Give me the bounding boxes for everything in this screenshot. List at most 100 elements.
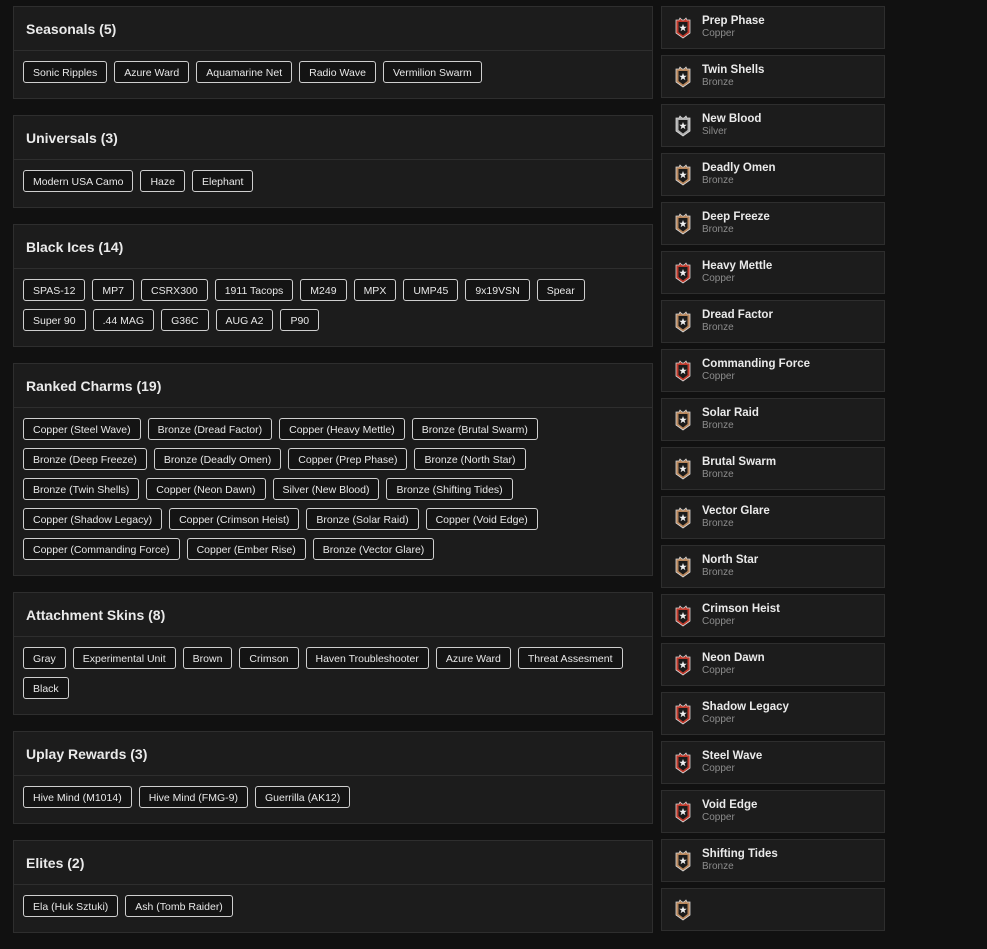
charm-name: Steel Wave <box>702 750 763 762</box>
item-chip[interactable]: Gray <box>23 647 66 669</box>
charm-text: Prep Phase Copper <box>702 15 765 40</box>
charm-card[interactable]: Vector Glare Bronze <box>661 496 885 539</box>
charm-card[interactable]: Neon Dawn Copper <box>661 643 885 686</box>
bronze-rank-icon <box>662 849 702 872</box>
charm-tier: Bronze <box>702 518 734 529</box>
item-chip[interactable]: Sonic Ripples <box>23 61 108 83</box>
charm-card[interactable]: Prep Phase Copper <box>661 6 885 49</box>
chip-list: Hive Mind (M1014) Hive Mind (FMG-9) Guerri… <box>14 776 652 823</box>
item-chip[interactable]: Brown <box>182 647 233 669</box>
item-chip[interactable]: Radio Wave <box>299 61 376 83</box>
item-chip[interactable]: Copper (Neon Dawn) <box>146 478 266 500</box>
charm-card[interactable]: Shifting Tides Bronze <box>661 839 885 882</box>
charm-card[interactable]: Dread Factor Bronze <box>661 300 885 343</box>
item-chip[interactable]: Bronze (Vector Glare) <box>312 538 435 560</box>
item-chip[interactable]: Black <box>23 677 69 699</box>
item-chip[interactable]: Bronze (Deadly Omen) <box>153 448 282 470</box>
charm-card[interactable]: Steel Wave Copper <box>661 741 885 784</box>
charm-card[interactable]: Deep Freeze Bronze <box>661 202 885 245</box>
item-chip[interactable]: Bronze (Shifting Tides) <box>386 478 513 500</box>
charm-card[interactable] <box>661 888 885 931</box>
item-chip[interactable]: Threat Assesment <box>517 647 623 669</box>
item-chip[interactable]: Copper (Commanding Force) <box>23 538 180 560</box>
item-chip[interactable]: G36C <box>161 309 209 331</box>
item-chip[interactable]: Bronze (Deep Freeze) <box>23 448 147 470</box>
charm-card[interactable]: Solar Raid Bronze <box>661 398 885 441</box>
item-chip[interactable]: Hive Mind (M1014) <box>23 786 132 808</box>
charm-name: Brutal Swarm <box>702 456 777 468</box>
item-chip[interactable]: Silver (New Blood) <box>272 478 380 500</box>
item-chip[interactable]: Copper (Heavy Mettle) <box>279 418 405 440</box>
item-chip[interactable]: Copper (Crimson Heist) <box>169 508 300 530</box>
charm-card[interactable]: Crimson Heist Copper <box>661 594 885 637</box>
item-chip[interactable]: 9x19VSN <box>465 279 530 301</box>
item-chip[interactable]: Modern USA Camo <box>23 170 134 192</box>
charm-name: Shifting Tides <box>702 848 778 860</box>
charm-text: Twin Shells Bronze <box>702 64 764 89</box>
item-chip[interactable]: Vermilion Swarm <box>382 61 482 83</box>
charm-text: Deep Freeze Bronze <box>702 211 770 236</box>
item-chip[interactable]: Bronze (Solar Raid) <box>306 508 419 530</box>
item-chip[interactable]: Azure Ward <box>114 61 190 83</box>
bronze-rank-icon <box>662 555 702 578</box>
item-chip[interactable]: SPAS-12 <box>23 279 86 301</box>
charm-text: Dread Factor Bronze <box>702 309 773 334</box>
item-chip[interactable]: Ela (Huk Sztuki) <box>23 895 119 917</box>
item-chip[interactable]: Haven Troubleshooter <box>305 647 429 669</box>
item-chip[interactable]: Bronze (Brutal Swarm) <box>411 418 538 440</box>
item-chip[interactable]: Super 90 <box>23 309 86 331</box>
charm-card[interactable]: North Star Bronze <box>661 545 885 588</box>
item-chip[interactable]: MP7 <box>92 279 135 301</box>
charm-tier: Copper <box>702 812 735 823</box>
item-chip[interactable]: Copper (Steel Wave) <box>23 418 141 440</box>
charm-tier: Copper <box>702 714 735 725</box>
item-chip[interactable]: Bronze (Dread Factor) <box>147 418 273 440</box>
item-chip[interactable]: Copper (Void Edge) <box>425 508 538 530</box>
charm-card[interactable]: Twin Shells Bronze <box>661 55 885 98</box>
charm-card[interactable]: Commanding Force Copper <box>661 349 885 392</box>
item-chip[interactable]: M249 <box>300 279 347 301</box>
charm-name: Solar Raid <box>702 407 759 419</box>
charm-card[interactable]: Brutal Swarm Bronze <box>661 447 885 490</box>
charm-card[interactable]: Void Edge Copper <box>661 790 885 833</box>
item-chip[interactable]: Ash (Tomb Raider) <box>125 895 233 917</box>
item-chip[interactable]: Elephant <box>191 170 254 192</box>
item-chip[interactable]: .44 MAG <box>92 309 155 331</box>
item-chip[interactable]: UMP45 <box>403 279 459 301</box>
copper-rank-icon <box>662 604 702 627</box>
item-chip[interactable]: MPX <box>353 279 397 301</box>
item-chip[interactable]: P90 <box>280 309 320 331</box>
section-uplay-rewards: Uplay Rewards (3) Hive Mind (M1014) Hive M… <box>13 731 653 824</box>
chip-list: Modern USA Camo Haze Elephant <box>14 160 652 207</box>
item-chip[interactable]: Azure Ward <box>435 647 511 669</box>
charm-card[interactable]: New Blood Silver <box>661 104 885 147</box>
item-chip[interactable]: Copper (Shadow Legacy) <box>23 508 163 530</box>
item-chip[interactable]: AUG A2 <box>215 309 274 331</box>
item-chip[interactable]: Experimental Unit <box>72 647 176 669</box>
item-chip[interactable]: Hive Mind (FMG-9) <box>138 786 248 808</box>
item-chip[interactable]: Copper (Prep Phase) <box>288 448 408 470</box>
charm-card[interactable]: Deadly Omen Bronze <box>661 153 885 196</box>
item-chip[interactable]: Crimson <box>239 647 299 669</box>
chip-list: Copper (Steel Wave) Bronze (Dread Factor)… <box>14 408 652 575</box>
item-chip[interactable]: 1911 Tacops <box>214 279 294 301</box>
item-chip[interactable]: Haze <box>140 170 185 192</box>
item-chip[interactable]: CSRX300 <box>141 279 208 301</box>
item-chip[interactable]: Bronze (North Star) <box>414 448 526 470</box>
item-chip[interactable]: Bronze (Twin Shells) <box>23 478 140 500</box>
item-chip[interactable]: Guerrilla (AK12) <box>254 786 351 808</box>
bronze-rank-icon <box>662 408 702 431</box>
item-chip[interactable]: Spear <box>536 279 585 301</box>
charm-tier: Copper <box>702 371 735 382</box>
charm-text: North Star Bronze <box>702 554 758 579</box>
charm-card[interactable]: Shadow Legacy Copper <box>661 692 885 735</box>
charm-name: Void Edge <box>702 799 758 811</box>
charm-card[interactable]: Heavy Mettle Copper <box>661 251 885 294</box>
charm-tier: Bronze <box>702 175 734 186</box>
bronze-rank-icon <box>662 310 702 333</box>
bronze-rank-icon <box>662 212 702 235</box>
charm-text: Vector Glare Bronze <box>702 505 770 530</box>
charm-name: Shadow Legacy <box>702 701 789 713</box>
item-chip[interactable]: Copper (Ember Rise) <box>186 538 306 560</box>
item-chip[interactable]: Aquamarine Net <box>196 61 293 83</box>
